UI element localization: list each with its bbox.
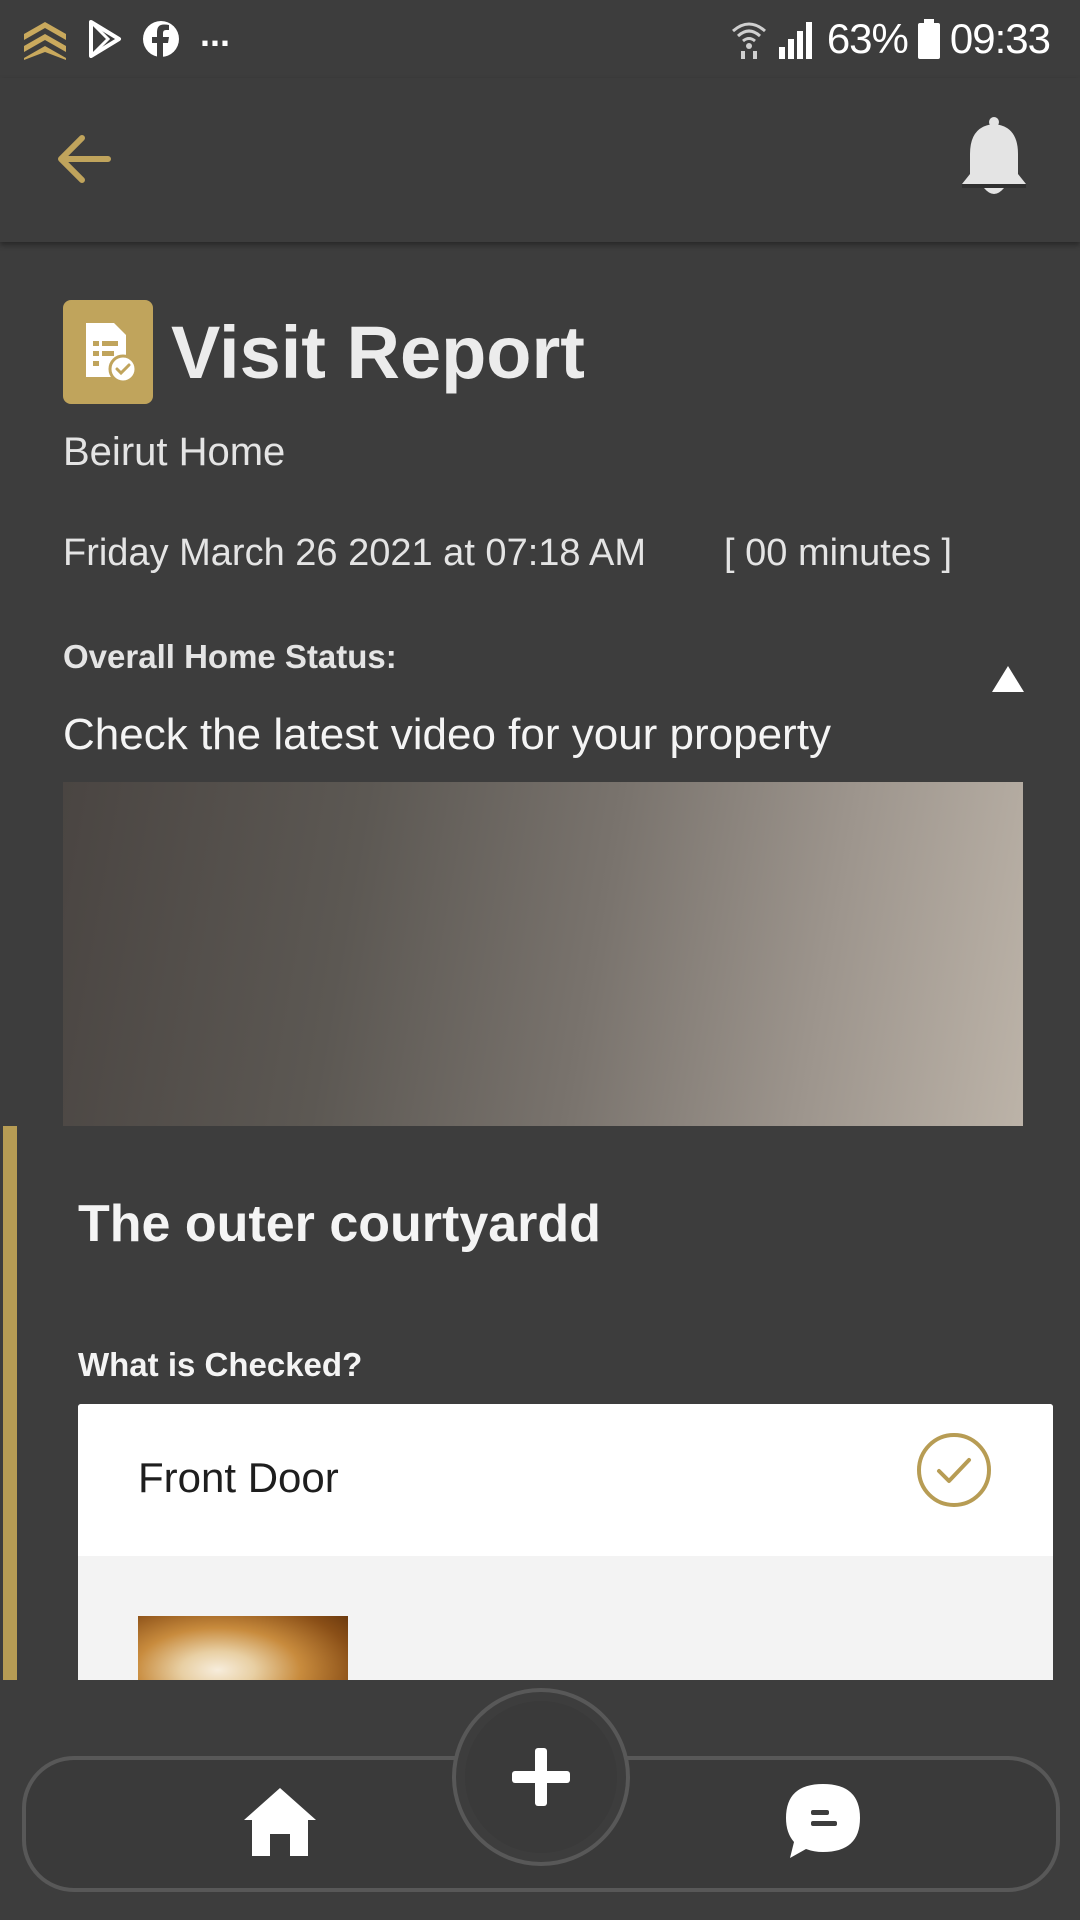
visit-duration: [ 00 minutes ] [724, 532, 953, 574]
check-circle-icon [917, 1433, 991, 1507]
status-bar: ... 63% 09:33 [0, 0, 1080, 78]
add-button-inner [465, 1701, 617, 1853]
more-notifications-indicator: ... [200, 13, 231, 54]
home-icon [244, 1788, 316, 1856]
status-bar-right: 63% 09:33 [731, 14, 1051, 64]
section-title: The outer courtyardd [78, 1195, 601, 1253]
page-title: Visit Report [171, 310, 585, 394]
signal-icon [778, 22, 812, 59]
battery-percentage: 63% [826, 15, 909, 62]
video-caption: Check the latest video for your property [63, 710, 831, 759]
property-video[interactable] [63, 782, 1023, 1126]
bell-icon [962, 117, 1026, 194]
home-button[interactable] [240, 1782, 320, 1862]
check-item-card: Front Door [78, 1404, 1053, 1680]
section-accent-bar [3, 1126, 17, 1680]
overall-status-label: Overall Home Status: [63, 638, 397, 675]
status-bar-left: ... [22, 13, 231, 64]
what-is-checked-label: What is Checked? [78, 1346, 363, 1383]
arrow-left-icon [58, 135, 111, 183]
back-button[interactable] [50, 124, 120, 194]
visit-datetime: Friday March 26 2021 at 07:18 AM [63, 532, 646, 574]
notifications-button[interactable] [954, 114, 1034, 204]
report-content: Visit Report Beirut Home Friday March 26… [0, 242, 1080, 1680]
check-item-front-door[interactable]: Front Door [78, 1404, 1053, 1556]
report-document-icon [63, 300, 153, 404]
clock: 09:33 [949, 15, 1051, 62]
chat-icon [786, 1784, 860, 1858]
check-item-name: Front Door [138, 1454, 339, 1501]
add-button[interactable] [452, 1688, 630, 1866]
app-bar [0, 78, 1080, 242]
triangle-up-icon [992, 666, 1024, 692]
property-name: Beirut Home [63, 430, 286, 474]
plus-icon [512, 1748, 570, 1806]
check-item-photo[interactable] [138, 1616, 348, 1680]
title-row: Visit Report [63, 299, 585, 405]
collapse-toggle-button[interactable] [988, 662, 1028, 696]
bottom-navigation [0, 1680, 1080, 1920]
facebook-icon [143, 21, 179, 58]
app-logo-icon [24, 22, 66, 60]
chat-button[interactable] [782, 1780, 864, 1862]
battery-icon [917, 19, 940, 59]
wifi-icon [731, 22, 766, 59]
play-store-icon [89, 20, 121, 58]
